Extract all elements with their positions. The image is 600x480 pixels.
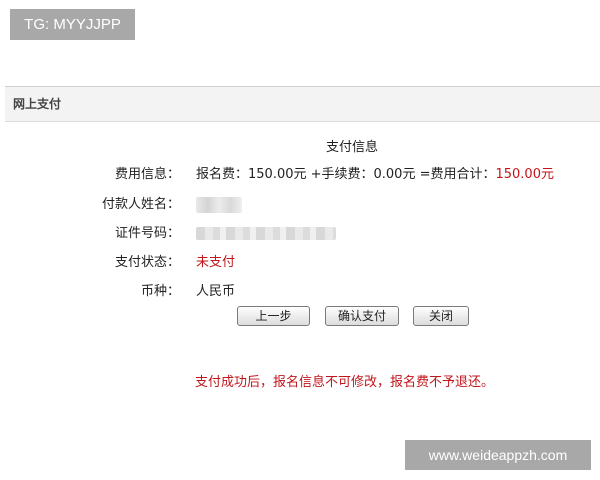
- fee-breakdown: 报名费：150.00元 +手续费：0.00元 =费用合计：: [196, 167, 496, 182]
- payment-status-label: 支付状态：: [114, 255, 180, 270]
- panel-title: 网上支付: [13, 97, 62, 111]
- id-number-redacted: [196, 227, 336, 240]
- id-number-row: 证件号码：: [0, 224, 600, 244]
- currency-value: 人民币: [196, 284, 236, 299]
- currency-row: 币种： 人民币: [0, 282, 600, 302]
- id-number-label: 证件号码：: [114, 226, 180, 241]
- watermark-bottom: www.weideappzh.com: [405, 440, 591, 470]
- fee-value: 报名费：150.00元 +手续费：0.00元 =费用合计：150.00元: [196, 165, 554, 185]
- payer-name-label: 付款人姓名：: [101, 197, 180, 212]
- payment-notice: 支付成功后，报名信息不可修改，报名费不予退还。: [195, 375, 495, 390]
- payer-name-redacted: [196, 196, 242, 213]
- panel-header: 网上支付: [5, 86, 600, 122]
- fee-label: 费用信息：: [114, 167, 180, 182]
- watermark-top: TG: MYYJJPP: [10, 9, 135, 40]
- id-number-value: [196, 224, 336, 244]
- payer-name-row: 付款人姓名：: [0, 195, 600, 215]
- close-button[interactable]: 关闭: [413, 306, 469, 326]
- confirm-payment-button[interactable]: 确认支付: [325, 306, 399, 326]
- section-title: 支付信息: [325, 140, 378, 155]
- currency-label: 币种：: [140, 284, 180, 299]
- payment-status-value: 未支付: [196, 255, 236, 270]
- prev-step-button[interactable]: 上一步: [237, 306, 310, 326]
- fee-row: 费用信息： 报名费：150.00元 +手续费：0.00元 =费用合计：150.0…: [0, 165, 600, 185]
- payment-status-row: 支付状态： 未支付: [0, 253, 600, 273]
- fee-total: 150.00元: [495, 167, 554, 182]
- payer-name-value: [196, 195, 242, 215]
